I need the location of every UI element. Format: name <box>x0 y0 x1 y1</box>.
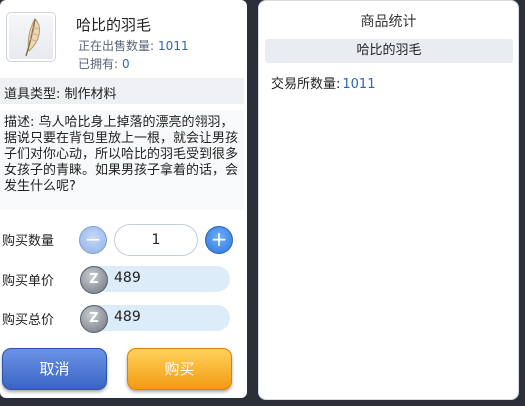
zeny-coin-icon: Z <box>80 305 108 333</box>
exchange-count: 1011 <box>342 77 376 92</box>
owned-label: 已拥有: <box>78 57 119 71</box>
buy-button[interactable]: 购买 <box>127 348 232 390</box>
exchange-label: 交易所数量: <box>271 77 341 92</box>
item-type-box: 道具类型: 制作材料 <box>0 78 244 104</box>
item-description: 描述: 鸟人哈比身上掉落的漂亮的翎羽，据说只要在背包里放上一根，就会让男孩子们对… <box>4 115 239 194</box>
on-sale-line: 正在出售数量: 1011 <box>78 37 189 54</box>
quantity-input[interactable]: 1 <box>114 224 198 256</box>
unit-price-value: 489 <box>114 270 141 286</box>
zeny-coin-icon: Z <box>80 266 108 294</box>
purchase-panel: 哈比的羽毛 正在出售数量: 1011 已拥有: 0 道具类型: 制作材料 描述: 鸟… <box>0 0 247 398</box>
description-scroll-box[interactable]: 描述: 鸟人哈比身上掉落的漂亮的翎羽，据说只要在背包里放上一根，就会让男孩子们对… <box>0 110 244 210</box>
unit-price-label: 购买单价 <box>2 274 55 289</box>
stats-item-name: 哈比的羽毛 <box>265 39 513 63</box>
qty-label: 购买数量 <box>2 234 55 249</box>
on-sale-label: 正在出售数量: <box>78 39 155 53</box>
cancel-button[interactable]: 取消 <box>2 348 107 390</box>
unit-price-field: Z 489 <box>80 266 230 294</box>
on-sale-count: 1011 <box>158 39 189 53</box>
item-type-text: 道具类型: 制作材料 <box>4 87 117 102</box>
stats-title: 商品统计 <box>360 14 417 30</box>
owned-line: 已拥有: 0 <box>78 55 130 72</box>
exchange-count-line: 交易所数量: 1011 <box>271 73 375 92</box>
stats-panel: 商品统计 哈比的羽毛 交易所数量: 1011 <box>258 0 519 400</box>
owned-count: 0 <box>122 57 130 71</box>
decrease-qty-button[interactable]: − <box>79 226 107 254</box>
total-price-label: 购买总价 <box>2 313 55 328</box>
feather-icon <box>25 18 41 57</box>
item-name: 哈比的羽毛 <box>76 16 152 34</box>
total-price-value: 489 <box>114 309 141 325</box>
increase-qty-button[interactable]: + <box>205 226 233 254</box>
total-price-field: Z 489 <box>80 305 230 333</box>
item-icon-frame <box>6 12 56 62</box>
